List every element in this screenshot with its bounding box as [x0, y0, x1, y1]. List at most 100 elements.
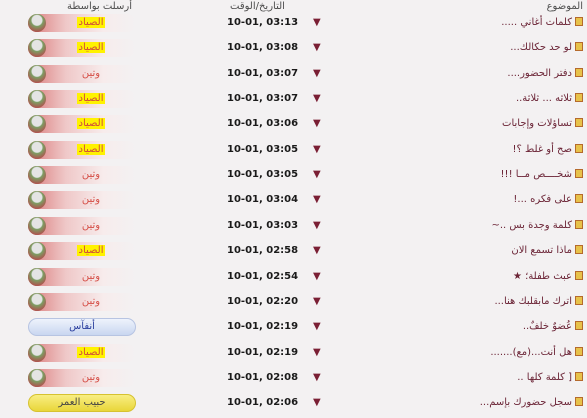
topic-link[interactable]: اترك مابقلبك هنا...: [494, 295, 583, 308]
topic-link[interactable]: هل أنت...(مع).......: [490, 346, 583, 359]
user-avatar-icon: [28, 14, 46, 32]
sender-name-link[interactable]: الصياد: [46, 118, 136, 130]
sender-name-link[interactable]: أنفآس: [28, 321, 136, 333]
header-topic: الموضوع: [546, 1, 583, 12]
last-post-arrow-icon[interactable]: ▼: [313, 271, 321, 283]
post-datetime: 10-01, 02:19: [227, 346, 299, 358]
sender-name-link[interactable]: حبيب العمر: [28, 397, 136, 409]
folder-icon: [575, 118, 583, 128]
last-post-arrow-icon[interactable]: ▼: [313, 68, 321, 80]
last-post-arrow-icon[interactable]: ▼: [313, 372, 321, 384]
sender-name-link[interactable]: الصياد: [46, 42, 136, 54]
last-post-arrow-icon[interactable]: ▼: [313, 194, 321, 206]
topic-link[interactable]: صح أو غلط ؟!: [513, 143, 583, 156]
sender-name-link[interactable]: الصياد: [46, 93, 136, 105]
last-post-arrow-icon[interactable]: ▼: [313, 347, 321, 359]
topic-title[interactable]: سجل حضورك بإسم...: [480, 397, 572, 408]
topic-title[interactable]: دفتر الحضور....: [507, 68, 572, 79]
user-avatar-icon: [28, 166, 46, 185]
post-datetime: 10-01, 02:08: [227, 371, 299, 383]
post-datetime: 10-01, 02:20: [227, 295, 299, 307]
sender-name-link[interactable]: وتين: [46, 372, 136, 384]
topic-title[interactable]: تساؤلات وإجابات: [502, 118, 572, 129]
post-datetime: 10-01, 02:54: [227, 270, 299, 282]
post-datetime: 10-01, 03:06: [227, 118, 299, 130]
sender-name-link[interactable]: الصياد: [46, 346, 136, 359]
user-avatar-icon: [28, 343, 46, 362]
topic-link[interactable]: دفتر الحضور....: [507, 67, 583, 80]
sender-name-link[interactable]: وتين: [46, 271, 136, 283]
user-avatar-icon: [28, 292, 46, 311]
folder-icon: [575, 346, 583, 356]
topic-link[interactable]: عُضوٌ خلفٌ..: [523, 321, 583, 333]
topic-title[interactable]: صح أو غلط ؟!: [513, 144, 572, 155]
folder-icon: [575, 270, 583, 280]
folder-icon: [575, 219, 583, 229]
table-row: أنفآس 10-01, 02:19 ▼ عُضوٌ خلفٌ..: [0, 316, 587, 338]
folder-icon: [575, 93, 583, 103]
topic-link[interactable]: ثلاثه ... ثلاثة..: [516, 93, 583, 105]
last-post-arrow-icon[interactable]: ▼: [313, 296, 321, 308]
topic-title[interactable]: [ كلمة كلها ..: [517, 372, 572, 383]
last-post-arrow-icon[interactable]: ▼: [313, 144, 321, 156]
topic-link[interactable]: كلمات أغاني .....: [501, 17, 583, 29]
folder-icon: [575, 169, 583, 179]
post-datetime: 10-01, 03:03: [227, 219, 299, 231]
topic-title[interactable]: ثلاثه ... ثلاثة..: [516, 93, 572, 104]
sender-name-link[interactable]: وتين: [46, 169, 136, 181]
topic-link[interactable]: سجل حضورك بإسم...: [480, 397, 583, 409]
topic-link[interactable]: شخــــص مــا !!!: [501, 169, 583, 181]
header-sender: أرسلت بواسطة: [67, 1, 132, 12]
last-post-arrow-icon[interactable]: ▼: [313, 42, 321, 54]
topic-link[interactable]: [ كلمة كلها ..: [517, 371, 583, 384]
user-avatar-icon: [28, 64, 46, 83]
topic-title[interactable]: عبث طفلة؛ ★: [513, 271, 572, 282]
topic-link[interactable]: على فكره ...!: [513, 194, 583, 206]
topic-title[interactable]: شخــــص مــا !!!: [501, 169, 572, 180]
sender-name-link[interactable]: وتين: [46, 194, 136, 206]
user-avatar-icon: [28, 368, 46, 387]
topic-title[interactable]: هل أنت...(مع).......: [490, 347, 572, 358]
topic-title[interactable]: ماذا تسمع الان: [511, 245, 572, 256]
table-row: الصياد 10-01, 03:07 ▼ ثلاثه ... ثلاثة..: [0, 88, 587, 110]
table-row: الصياد 10-01, 03:06 ▼ تساؤلات وإجابات: [0, 113, 587, 135]
last-post-arrow-icon[interactable]: ▼: [313, 397, 321, 409]
topic-title[interactable]: كلمة وجدة بس ..~: [491, 220, 572, 231]
user-avatar-icon: [28, 140, 46, 159]
topic-title[interactable]: عُضوٌ خلفٌ..: [523, 321, 572, 332]
topic-title[interactable]: اترك مابقلبك هنا...: [494, 296, 572, 307]
sender-name-link[interactable]: الصياد: [46, 17, 136, 29]
folder-icon: [575, 397, 583, 407]
user-avatar-icon: [28, 90, 46, 109]
last-post-arrow-icon[interactable]: ▼: [313, 220, 321, 232]
folder-icon: [575, 321, 583, 331]
topic-link[interactable]: تساؤلات وإجابات: [502, 118, 583, 130]
topic-link[interactable]: لو حد حكالك...: [510, 42, 583, 54]
folder-icon: [575, 194, 583, 204]
table-row: وتين 10-01, 03:04 ▼ على فكره ...!: [0, 189, 587, 211]
sender-name-link[interactable]: وتين: [46, 68, 136, 80]
topic-link[interactable]: ماذا تسمع الان: [511, 245, 583, 257]
post-datetime: 10-01, 03:13: [227, 17, 299, 28]
topic-title[interactable]: كلمات أغاني .....: [501, 17, 572, 28]
topic-title[interactable]: على فكره ...!: [513, 194, 572, 205]
user-avatar-icon: [28, 267, 46, 286]
folder-icon: [575, 67, 583, 77]
sender-name-link[interactable]: وتين: [46, 296, 136, 308]
table-row: وتين 10-01, 02:08 ▼ [ كلمة كلها ..: [0, 367, 587, 389]
last-post-arrow-icon[interactable]: ▼: [313, 169, 321, 181]
topic-link[interactable]: عبث طفلة؛ ★: [513, 270, 583, 283]
folder-icon: [575, 295, 583, 305]
sender-name-link[interactable]: الصياد: [46, 245, 136, 257]
last-post-arrow-icon[interactable]: ▼: [313, 17, 321, 29]
last-post-arrow-icon[interactable]: ▼: [313, 245, 321, 257]
topic-link[interactable]: كلمة وجدة بس ..~: [491, 219, 583, 232]
post-datetime: 10-01, 03:07: [227, 67, 299, 79]
sender-name-link[interactable]: الصياد: [46, 143, 136, 156]
sender-name-link[interactable]: وتين: [46, 220, 136, 232]
table-row: وتين 10-01, 02:20 ▼ اترك مابقلبك هنا...: [0, 291, 587, 313]
last-post-arrow-icon[interactable]: ▼: [313, 321, 321, 333]
topic-title[interactable]: لو حد حكالك...: [510, 42, 572, 53]
last-post-arrow-icon[interactable]: ▼: [313, 93, 321, 105]
last-post-arrow-icon[interactable]: ▼: [313, 118, 321, 130]
